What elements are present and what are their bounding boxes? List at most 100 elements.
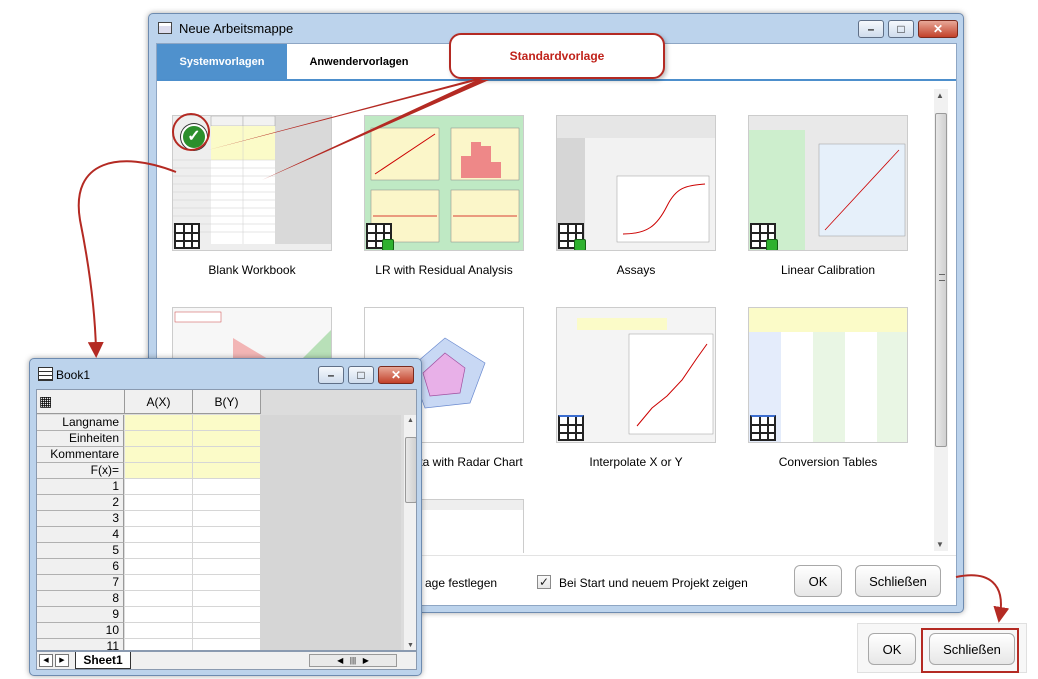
meta-row-header[interactable]: Kommentare (37, 447, 124, 463)
sheet-next-icon[interactable]: ▶ (55, 654, 69, 667)
book-title: Book1 (56, 368, 91, 382)
grid-cell[interactable] (125, 447, 193, 463)
scrollbar-thumb[interactable] (405, 437, 416, 503)
scroll-up-icon[interactable]: ▲ (407, 417, 414, 424)
sheet-tab[interactable]: Sheet1 (75, 652, 131, 669)
scroll-down-icon[interactable]: ▼ (936, 540, 944, 549)
maximize-button[interactable]: □ (888, 20, 914, 38)
row-header[interactable]: 4 (37, 527, 124, 543)
checkmark-icon: ✓ (181, 124, 207, 150)
row-header[interactable]: 1 (37, 479, 124, 495)
grid-cell[interactable] (125, 575, 193, 591)
template-thumbnail (556, 307, 716, 443)
book-minimize-button[interactable]: – (318, 366, 344, 384)
grid-cell[interactable] (193, 639, 261, 650)
grid-cell[interactable] (125, 479, 193, 495)
template-icon (750, 415, 776, 441)
zoomed-ok-button[interactable]: OK (868, 633, 916, 665)
row-header[interactable]: 3 (37, 511, 124, 527)
tab-user-templates[interactable]: Anwendervorlagen (289, 44, 429, 79)
grid-cell[interactable] (125, 559, 193, 575)
grid-cell[interactable] (125, 511, 193, 527)
lock-icon (766, 239, 778, 250)
grid-cell[interactable] (193, 447, 261, 463)
row-header[interactable]: 10 (37, 623, 124, 639)
grid-cell[interactable] (193, 431, 261, 447)
worksheet-grid[interactable]: ▦ A(X) B(Y) Langname Einheiten Kommentare F… (36, 389, 417, 651)
sheet-prev-icon[interactable]: ◀ (39, 654, 53, 667)
grid-cell[interactable] (125, 591, 193, 607)
scrollbar-thumb[interactable] (935, 113, 947, 447)
template-label: Data with Radar Chart (404, 455, 523, 469)
row-header[interactable]: 5 (37, 543, 124, 559)
grid-cell[interactable] (125, 495, 193, 511)
tab-system-templates[interactable]: Systemvorlagen (157, 44, 287, 79)
grid-cell[interactable] (125, 431, 193, 447)
template-icon (174, 223, 200, 249)
grid-cell[interactable] (125, 415, 193, 431)
ok-button[interactable]: OK (794, 565, 842, 597)
book-maximize-button[interactable]: □ (348, 366, 374, 384)
row-header[interactable]: 9 (37, 607, 124, 623)
show-on-start-checkbox[interactable]: ✓ (537, 575, 551, 589)
grid-cell[interactable] (193, 415, 261, 431)
horizontal-scrollbar[interactable]: ◀ ||| ▶ (309, 654, 397, 667)
lock-icon (382, 239, 394, 250)
set-default-label: age festlegen (425, 576, 498, 590)
grid-cell[interactable] (193, 463, 261, 479)
column-header-b[interactable]: B(Y) (193, 390, 261, 414)
grid-cell[interactable] (193, 575, 261, 591)
meta-row-header[interactable]: F(x)= (37, 463, 124, 479)
empty-area (261, 415, 401, 650)
close-icon: ✕ (390, 368, 402, 382)
grid-cell[interactable] (193, 511, 261, 527)
meta-row-header[interactable]: Langname (37, 415, 124, 431)
maximize-icon: □ (897, 22, 905, 36)
template-label: Assays (616, 263, 656, 277)
grid-cell[interactable] (193, 479, 261, 495)
lock-icon (574, 239, 586, 250)
row-header[interactable]: 8 (37, 591, 124, 607)
grid-cell[interactable] (193, 495, 261, 511)
close-icon: ✕ (932, 22, 944, 36)
grid-cell[interactable] (193, 623, 261, 639)
close-dialog-button[interactable]: Schließen (855, 565, 941, 597)
close-button[interactable]: ✕ (918, 20, 958, 38)
template-label: LR with Residual Analysis (375, 263, 513, 277)
highlight-box (921, 628, 1019, 673)
grid-cell[interactable] (125, 607, 193, 623)
scroll-up-icon[interactable]: ▲ (936, 91, 944, 100)
row-header[interactable]: 11 (37, 639, 124, 650)
grid-cell[interactable] (125, 639, 193, 650)
row-header[interactable]: 2 (37, 495, 124, 511)
template-thumbnail (556, 115, 716, 251)
grid-cell[interactable] (193, 559, 261, 575)
grid-cell[interactable] (125, 527, 193, 543)
template-label: Conversion Tables (778, 455, 878, 469)
grid-cell[interactable] (193, 591, 261, 607)
grid-cell[interactable] (193, 607, 261, 623)
template-icon (366, 223, 394, 250)
show-on-start-label: Bei Start und neuem Projekt zeigen (559, 576, 748, 590)
sheet-bar: ◀ ▶ Sheet1 ◀ ||| ▶ (36, 651, 417, 670)
gallery-scrollbar[interactable]: ▲ ▼ (934, 89, 948, 551)
column-header-a[interactable]: A(X) (125, 390, 193, 414)
grid-cell[interactable] (125, 463, 193, 479)
row-header[interactable]: 6 (37, 559, 124, 575)
grip-icon (939, 274, 945, 281)
grid-cell[interactable] (193, 527, 261, 543)
book-close-button[interactable]: ✕ (378, 366, 414, 384)
row-header[interactable]: 7 (37, 575, 124, 591)
default-template-callout: Standardvorlage (449, 33, 665, 79)
grid-cell[interactable] (193, 543, 261, 559)
grid-corner[interactable]: ▦ (37, 390, 125, 414)
minimize-button[interactable]: – (858, 20, 884, 38)
grid-cell[interactable] (125, 543, 193, 559)
template-icon (750, 223, 778, 250)
template-thumbnail (748, 307, 908, 443)
worksheet-scrollbar[interactable]: ▲ ▼ (404, 415, 416, 650)
grid-cell[interactable] (125, 623, 193, 639)
maximize-icon: □ (357, 368, 365, 382)
meta-row-header[interactable]: Einheiten (37, 431, 124, 447)
scroll-down-icon[interactable]: ▼ (407, 642, 414, 649)
